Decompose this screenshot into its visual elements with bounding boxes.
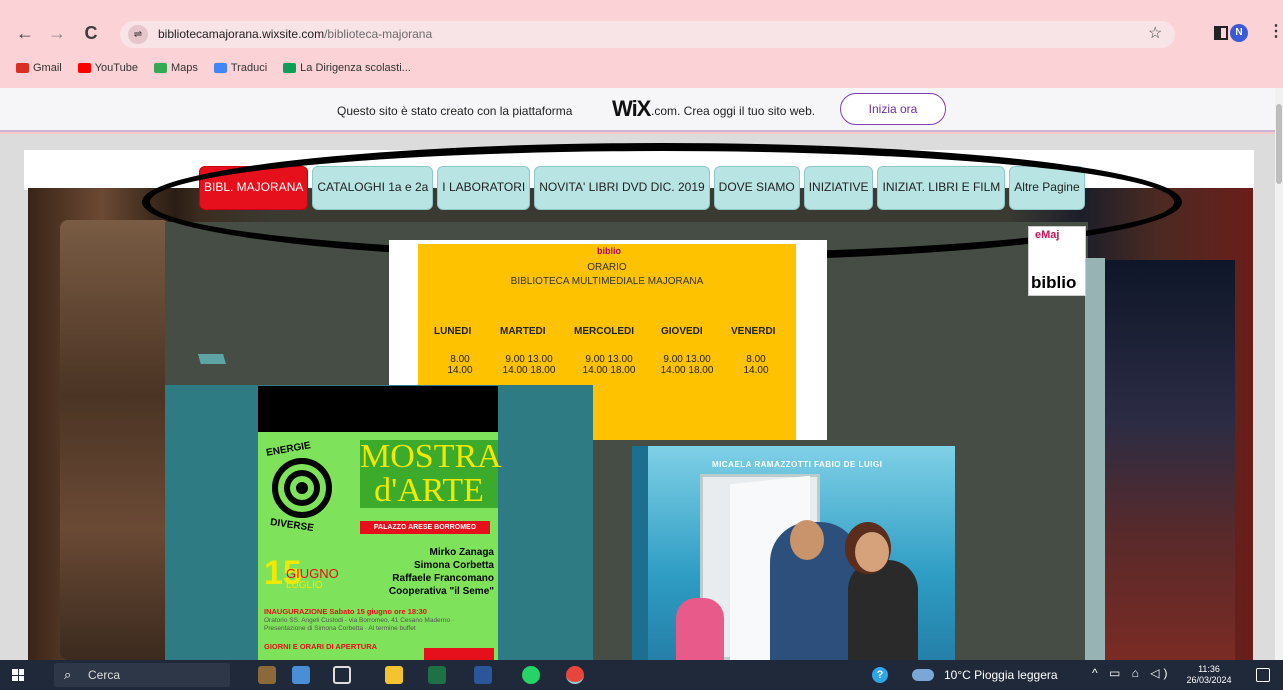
poster-header <box>258 386 498 432</box>
widget-icon[interactable] <box>258 666 276 684</box>
biblio-logo[interactable]: eMaj biblio <box>1028 226 1086 296</box>
bookmark-youtube[interactable]: YouTube <box>77 62 138 74</box>
taskbar-clock[interactable]: 11:36 26/03/2024 <box>1184 664 1234 686</box>
weather-icon[interactable] <box>912 669 934 681</box>
background-books-left <box>60 220 170 660</box>
spiral-icon <box>272 458 332 518</box>
wix-banner: Questo sito è stato creato con la piatta… <box>0 88 1283 132</box>
reload-button[interactable]: C <box>80 22 102 44</box>
excel-icon[interactable] <box>428 666 446 684</box>
search-icon: ⌕ <box>64 667 72 682</box>
poster-title: MOSTRA d'ARTE <box>360 438 502 509</box>
bookmark-gmail[interactable]: Gmail <box>16 62 62 74</box>
notification-icon[interactable] <box>1256 668 1270 682</box>
movie-spine <box>632 446 648 660</box>
background-books-right <box>1105 260 1235 660</box>
forward-button[interactable]: → <box>46 22 68 44</box>
decorative-hatch: \\\\\\\\\\\\\\\\\\\\\\\\\\\\ <box>198 351 226 367</box>
weather-text[interactable]: 10°C Pioggia leggera <box>944 668 1058 682</box>
wix-logo: WiX <box>612 96 651 121</box>
whatsapp-icon[interactable] <box>522 666 540 684</box>
poster-inaugurazione: INAUGURAZIONE Sabato 15 giugno ore 18:30 <box>264 607 427 616</box>
wix-banner-suffix: .com. Crea oggi il tuo sito web. <box>651 104 816 118</box>
taskbar-search-label: Cerca <box>88 668 121 682</box>
url-host: bibliotecamajorana.wixsite.com <box>158 27 325 41</box>
dirigenza-icon <box>283 63 297 73</box>
hours-lunedi: 8.00 14.00 <box>447 354 473 376</box>
orario-subtitle: BIBLIOTECA MULTIMEDIALE MAJORANA <box>510 276 704 287</box>
poster-month2: LUGLIO <box>286 580 323 591</box>
orario-logo: biblio <box>597 246 621 256</box>
bookmark-dirigenza[interactable]: La Dirigenza scolasti... <box>283 62 411 74</box>
day-lunedi: LUNEDI <box>434 326 472 337</box>
day-giovedi: GIOVEDI <box>661 326 703 337</box>
taskbar-search[interactable] <box>54 663 230 687</box>
movie-child <box>676 598 724 660</box>
content-stripe <box>1085 258 1105 660</box>
scrollbar-thumb[interactable] <box>1276 104 1282 184</box>
hours-giovedi: 9.00 13.00 14.00 18.00 <box>660 354 714 376</box>
poster-names: Mirko Zanaga Simona Corbetta Raffaele Fr… <box>388 547 494 597</box>
site-info-icon[interactable]: ⇌ <box>128 25 148 44</box>
back-button[interactable]: ← <box>14 22 36 44</box>
paint-icon[interactable] <box>292 666 310 684</box>
day-martedi: MARTEDI <box>500 326 546 337</box>
gmail-icon <box>16 63 29 73</box>
poster-inaugurazione-detail: Oratorio SS. Angeli Custodi - via Borrom… <box>264 617 455 632</box>
movie-actor-1-head <box>790 520 824 560</box>
profile-avatar[interactable]: N <box>1230 24 1248 42</box>
inizia-ora-button[interactable]: Inizia ora <box>840 93 946 125</box>
chrome-icon[interactable] <box>566 666 584 684</box>
windows-taskbar: ⌕ Cerca ? 10°C Pioggia leggera ^ ▭ ⌂ ◁) … <box>0 660 1283 690</box>
help-icon[interactable]: ? <box>872 667 888 683</box>
bookmark-maps[interactable]: Maps <box>153 62 198 74</box>
browser-menu-icon[interactable]: ⋮ <box>1268 21 1283 41</box>
poster-palazzo: PALAZZO ARESE BORROMEO <box>360 521 490 534</box>
movie-actors: MICAELA RAMAZZOTTI FABIO DE LUIGI <box>712 460 883 469</box>
movie-actor-2-head <box>855 532 889 572</box>
youtube-icon <box>77 63 91 73</box>
translate-icon <box>213 63 227 73</box>
word-icon[interactable] <box>474 666 492 684</box>
system-tray-icons[interactable]: ^ ▭ ⌂ ◁) <box>1092 666 1171 680</box>
file-explorer-icon[interactable] <box>385 666 403 684</box>
wix-banner-text: Questo sito è stato creato con la piatta… <box>337 104 573 118</box>
task-view-icon[interactable] <box>333 666 351 684</box>
orario-title: ORARIO <box>587 262 627 273</box>
side-panel-icon[interactable] <box>1214 26 1228 40</box>
day-venerdi: VENERDI <box>731 326 776 337</box>
poster-month: GIUGNO <box>286 566 339 581</box>
poster-red-badge <box>424 648 494 660</box>
bookmark-traduci[interactable]: Traduci <box>213 62 267 74</box>
address-bar[interactable]: ⇌ bibliotecamajorana.wixsite.com/bibliot… <box>120 21 1175 48</box>
hours-martedi: 9.00 13.00 14.00 18.00 <box>502 354 556 376</box>
bookmark-star-icon[interactable]: ☆ <box>1148 23 1162 43</box>
windows-start-icon[interactable] <box>12 669 24 681</box>
url-path: /biblioteca-majorana <box>324 27 433 41</box>
hours-venerdi: 8.00 14.00 <box>743 354 769 376</box>
movie-actor-2 <box>848 560 918 660</box>
poster-giorni: GIORNI E ORARI DI APERTURA <box>264 642 378 651</box>
maps-icon <box>153 63 167 73</box>
day-mercoledi: MERCOLEDI <box>574 326 634 337</box>
hours-mercoledi: 9.00 13.00 14.00 18.00 <box>582 354 636 376</box>
bookmarks-bar: Gmail YouTube Maps Traduci La Dirigenza … <box>16 60 411 76</box>
